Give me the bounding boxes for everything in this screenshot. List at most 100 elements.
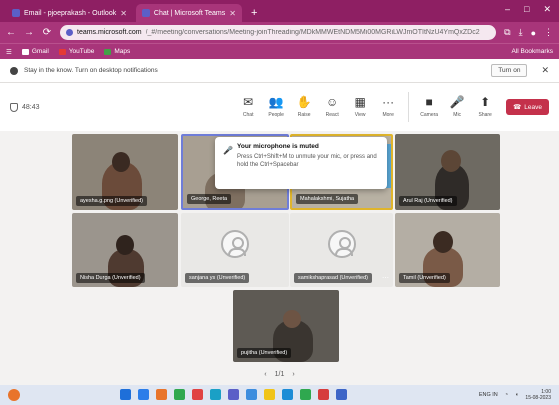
taskbar-app-icon[interactable] [120, 389, 131, 400]
participant-tile[interactable]: Tamil (Unverified) [395, 213, 500, 287]
system-tray: ENG IN ◔ ◖ 1:00 15-08-2023 [479, 389, 551, 401]
profile-icon[interactable]: ● [531, 28, 536, 38]
reload-icon[interactable]: ⟳ [42, 27, 52, 38]
participant-video [112, 152, 130, 172]
prev-page-button[interactable]: ‹ [264, 371, 266, 378]
tab-outlook[interactable]: Email - pjoeprakash - Outlook ✕ [6, 4, 133, 22]
raise-hand-icon: ✋ [296, 95, 312, 109]
toolbar-buttons: ✉ Chat 👥 People ✋ Raise ☺ React ▦ View ··· More ■ Cam… [235, 92, 498, 122]
next-page-button[interactable]: › [292, 371, 294, 378]
view-button[interactable]: ▦ View [347, 95, 373, 119]
apps-icon[interactable]: ☰ [6, 48, 12, 56]
bell-icon [10, 66, 18, 75]
clock[interactable]: 1:00 15-08-2023 [525, 389, 551, 401]
mic-button[interactable]: 🎤 Mic [444, 95, 470, 119]
camera-icon: ■ [425, 95, 433, 109]
taskbar-app-icon[interactable] [210, 389, 221, 400]
close-icon[interactable]: ✕ [229, 9, 236, 18]
taskbar-app-icon[interactable] [246, 389, 257, 400]
maximize-button[interactable]: □ [524, 4, 529, 15]
participant-name: Arul Raj (Unverified) [399, 196, 457, 206]
participant-tile[interactable]: sanjana ys (Unverified) [181, 213, 289, 287]
participant-name: Mahalakshmi, Sujatha [296, 194, 359, 204]
tray-language[interactable]: ENG IN [479, 392, 498, 398]
taskbar-app-icon[interactable] [192, 389, 203, 400]
url-field[interactable]: teams.microsoft.com /_#/meeting/conversa… [60, 25, 497, 40]
new-tab-button[interactable]: + [245, 4, 263, 22]
timer-text: 48:43 [22, 103, 40, 111]
bookmark-youtube[interactable]: YouTube [58, 48, 94, 55]
taskbar-app-icon[interactable] [264, 389, 275, 400]
participant-tile[interactable]: Arul Raj (Unverified) [395, 134, 500, 210]
toast-body: Press Ctrl+Shift+M to unmute your mic, o… [237, 154, 377, 168]
mic-icon: 🎤 [449, 95, 465, 109]
raise-hand-button[interactable]: ✋ Raise [291, 95, 317, 119]
taskbar-app-icon[interactable] [174, 389, 185, 400]
react-icon: ☺ [326, 95, 339, 109]
turn-on-button[interactable]: Turn on [491, 64, 528, 77]
participant-name: samikshaprasad (Unverified) [294, 273, 372, 283]
close-icon[interactable]: ✕ [120, 9, 127, 18]
taskbar-app-icon[interactable] [282, 389, 293, 400]
site-info-icon[interactable] [66, 29, 73, 36]
leave-button[interactable]: ☎ Leave [506, 99, 549, 115]
menu-icon[interactable]: ⋮ [544, 27, 553, 38]
taskbar-app-icon[interactable] [318, 389, 329, 400]
toolbar-label: View [354, 112, 366, 118]
toolbar-label: Chat [242, 112, 254, 118]
participant-video [441, 150, 461, 172]
teams-icon [141, 9, 150, 17]
avatar-icon [221, 230, 249, 259]
participant-tile[interactable]: samikshaprasad (Unverified) ⋯ [290, 213, 393, 287]
volume-icon[interactable]: ◖ [515, 392, 518, 398]
phone-icon: ☎ [513, 104, 522, 111]
taskbar-app-icon[interactable] [336, 389, 347, 400]
download-icon[interactable]: ⤓ [519, 27, 523, 38]
react-button[interactable]: ☺ React [319, 95, 345, 119]
toolbar-label: React [325, 112, 339, 118]
more-options-icon[interactable]: ⋯ [382, 274, 389, 282]
toast-title: Your microphone is muted [237, 143, 319, 150]
forward-icon[interactable]: → [24, 27, 34, 38]
close-icon[interactable]: ✕ [541, 65, 549, 76]
os-taskbar: ENG IN ◔ ◖ 1:00 15-08-2023 [0, 385, 559, 405]
toolbar-label: People [268, 112, 284, 118]
taskbar-apps [120, 389, 347, 400]
taskbar-app-icon[interactable] [228, 389, 239, 400]
chat-button[interactable]: ✉ Chat [235, 96, 261, 119]
video-stage: ayesha.g.png (Unverified) George, Reeta … [0, 131, 559, 385]
bookmark-gmail[interactable]: Gmail [21, 48, 49, 55]
more-button[interactable]: ··· More [375, 96, 401, 119]
view-icon: ▦ [354, 95, 366, 109]
url-path: /_#/meeting/conversations/Meeting-joinTh… [145, 29, 480, 36]
minimize-button[interactable]: – [505, 4, 510, 15]
taskbar-app-icon[interactable] [138, 389, 149, 400]
notification-text: Stay in the know. Turn on desktop notifi… [24, 67, 158, 74]
tab-teams[interactable]: Chat | Microsoft Teams ✕ [135, 4, 242, 22]
taskbar-app-icon[interactable] [156, 389, 167, 400]
mic-muted-toast: 🎤 Your microphone is muted Press Ctrl+Sh… [215, 137, 387, 189]
address-bar-row: ← → ⟳ teams.microsoft.com /_#/meeting/co… [0, 22, 559, 43]
participant-tile[interactable]: ayesha.g.png (Unverified) [72, 134, 178, 210]
participant-name: Nisha Durga (Unverified) [76, 273, 145, 283]
bookmark-maps[interactable]: Maps [104, 48, 130, 55]
wifi-icon[interactable]: ◔ [505, 392, 508, 398]
people-button[interactable]: 👥 People [263, 95, 289, 119]
taskbar-app-icon[interactable] [300, 389, 311, 400]
camera-button[interactable]: ■ Camera [416, 95, 442, 119]
participant-name: George, Reeta [187, 194, 232, 204]
share-button[interactable]: ⬆ Share [472, 96, 498, 119]
tab-label: Chat | Microsoft Teams [153, 9, 226, 17]
back-icon[interactable]: ← [6, 27, 16, 38]
close-window-button[interactable]: ✕ [543, 4, 551, 15]
extensions-icon[interactable]: ⧉ [504, 27, 510, 38]
widgets-icon[interactable] [8, 389, 20, 401]
participant-tile[interactable]: pujitha (Unverified) [233, 290, 339, 362]
participant-video [116, 235, 134, 255]
all-bookmarks[interactable]: All Bookmarks [511, 48, 553, 55]
people-icon: 👥 [268, 95, 284, 109]
gallery-pager: ‹ 1/1 › [264, 371, 294, 378]
participant-tile[interactable]: Nisha Durga (Unverified) [72, 213, 178, 287]
participant-name: ayesha.g.png (Unverified) [76, 196, 147, 206]
window-controls: – □ ✕ [505, 4, 551, 15]
